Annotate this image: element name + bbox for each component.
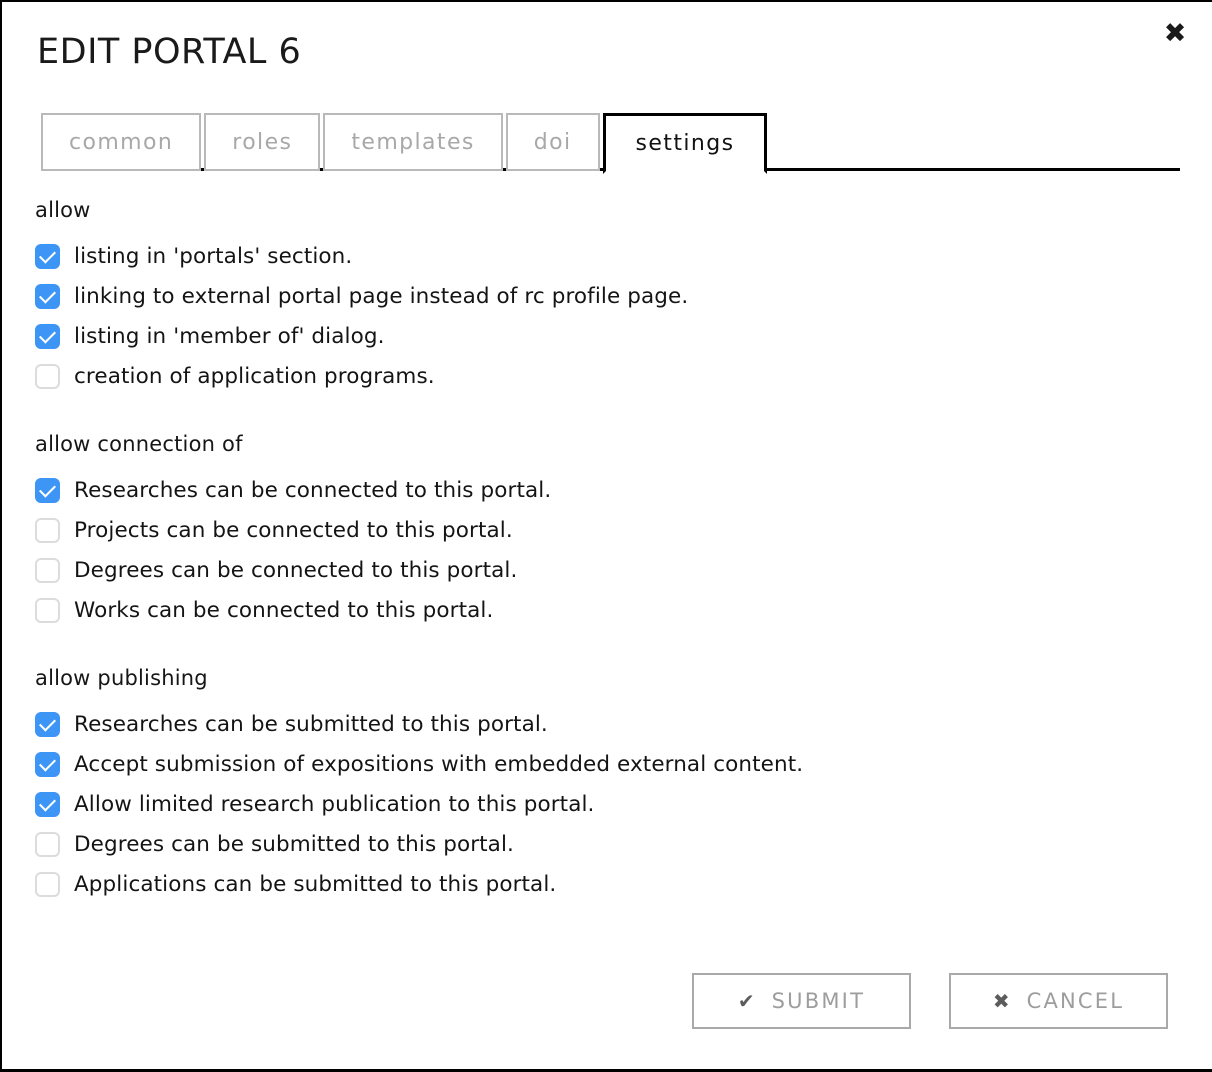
checkbox-row[interactable]: creation of application programs. xyxy=(35,356,1182,396)
checkbox-row[interactable]: Applications can be submitted to this po… xyxy=(35,864,1182,904)
tab-label: doi xyxy=(533,129,572,155)
settings-content: allow listing in 'portals' section. linkin… xyxy=(35,198,1182,940)
check-icon: ✔ xyxy=(737,989,755,1013)
edit-portal-dialog: ✖ EDIT PORTAL 6 common roles templates doi s… xyxy=(0,0,1212,1072)
checkbox-label: creation of application programs. xyxy=(74,363,435,389)
checkbox-checked[interactable] xyxy=(35,323,60,349)
tab-settings[interactable]: settings xyxy=(602,113,768,174)
checkbox-label: Applications can be submitted to this po… xyxy=(74,871,557,897)
tab-common[interactable]: common xyxy=(41,113,202,171)
checkbox-unchecked[interactable] xyxy=(35,517,60,543)
close-icon[interactable]: ✖ xyxy=(1158,16,1192,50)
checkbox-checked[interactable] xyxy=(35,477,60,503)
section-title: allow connection of xyxy=(35,432,243,456)
checkbox-checked[interactable] xyxy=(35,791,60,817)
checkbox-checked[interactable] xyxy=(35,283,60,309)
check-icon xyxy=(39,480,56,498)
checkbox-row[interactable]: Works can be connected to this portal. xyxy=(35,590,1182,630)
cross-icon: ✖ xyxy=(992,989,1010,1013)
checkbox-label: Works can be connected to this portal. xyxy=(74,597,494,623)
checkbox-unchecked[interactable] xyxy=(35,597,60,623)
check-icon xyxy=(39,326,56,344)
dialog-footer: ✔ SUBMIT ✖ CANCEL xyxy=(692,973,1168,1029)
check-icon xyxy=(39,246,56,264)
check-icon xyxy=(39,794,56,812)
checkbox-row[interactable]: Researches can be submitted to this port… xyxy=(35,704,1182,744)
check-icon xyxy=(39,286,56,304)
checkbox-row[interactable]: linking to external portal page instead … xyxy=(35,276,1182,316)
checkbox-label: Degrees can be submitted to this portal. xyxy=(74,831,514,857)
checkbox-unchecked[interactable] xyxy=(35,831,60,857)
checkbox-row[interactable]: listing in 'member of' dialog. xyxy=(35,316,1182,356)
checkbox-checked[interactable] xyxy=(35,243,60,269)
checkbox-unchecked[interactable] xyxy=(35,363,60,389)
checkbox-unchecked[interactable] xyxy=(35,871,60,897)
checkbox-row[interactable]: Degrees can be submitted to this portal. xyxy=(35,824,1182,864)
checkbox-label: Allow limited research publication to th… xyxy=(74,791,595,817)
checkbox-unchecked[interactable] xyxy=(35,557,60,583)
checkbox-row[interactable]: Researches can be connected to this port… xyxy=(35,470,1182,510)
checkbox-row[interactable]: Allow limited research publication to th… xyxy=(35,784,1182,824)
tab-label: settings xyxy=(635,131,735,156)
submit-button[interactable]: ✔ SUBMIT xyxy=(692,973,911,1029)
settings-section: allow publishing Researches can be submit… xyxy=(35,666,1182,904)
tab-label: templates xyxy=(351,129,475,155)
tab-templates[interactable]: templates xyxy=(323,113,503,171)
submit-button-label: SUBMIT xyxy=(771,989,866,1013)
cancel-button-label: CANCEL xyxy=(1026,989,1125,1013)
checkbox-label: listing in 'member of' dialog. xyxy=(74,323,385,349)
checkbox-checked[interactable] xyxy=(35,751,60,777)
checkbox-row[interactable]: Accept submission of expositions with em… xyxy=(35,744,1182,784)
checkbox-row[interactable]: Degrees can be connected to this portal. xyxy=(35,550,1182,590)
tab-label: roles xyxy=(232,129,293,155)
tab-roles[interactable]: roles xyxy=(204,113,321,171)
checkbox-label: Degrees can be connected to this portal. xyxy=(74,557,518,583)
check-icon xyxy=(39,754,56,772)
tab-label: common xyxy=(69,129,174,155)
checkbox-row[interactable]: listing in 'portals' section. xyxy=(35,236,1182,276)
settings-section: allow connection of Researches can be con… xyxy=(35,432,1182,630)
checkbox-label: Projects can be connected to this portal… xyxy=(74,517,513,543)
checkbox-label: Researches can be submitted to this port… xyxy=(74,711,548,737)
checkbox-row[interactable]: Projects can be connected to this portal… xyxy=(35,510,1182,550)
checkbox-label: Researches can be connected to this port… xyxy=(74,477,552,503)
checkbox-label: listing in 'portals' section. xyxy=(74,243,353,269)
tab-doi[interactable]: doi xyxy=(505,113,600,171)
check-icon xyxy=(39,714,56,732)
settings-section: allow listing in 'portals' section. linkin… xyxy=(35,198,1182,396)
checkbox-checked[interactable] xyxy=(35,711,60,737)
checkbox-label: linking to external portal page instead … xyxy=(74,283,689,309)
cancel-button[interactable]: ✖ CANCEL xyxy=(949,973,1168,1029)
checkbox-label: Accept submission of expositions with em… xyxy=(74,751,804,777)
page-title: EDIT PORTAL 6 xyxy=(37,32,302,72)
section-title: allow publishing xyxy=(35,666,208,690)
tab-bar: common roles templates doi settings xyxy=(41,111,1180,174)
section-title: allow xyxy=(35,198,91,222)
